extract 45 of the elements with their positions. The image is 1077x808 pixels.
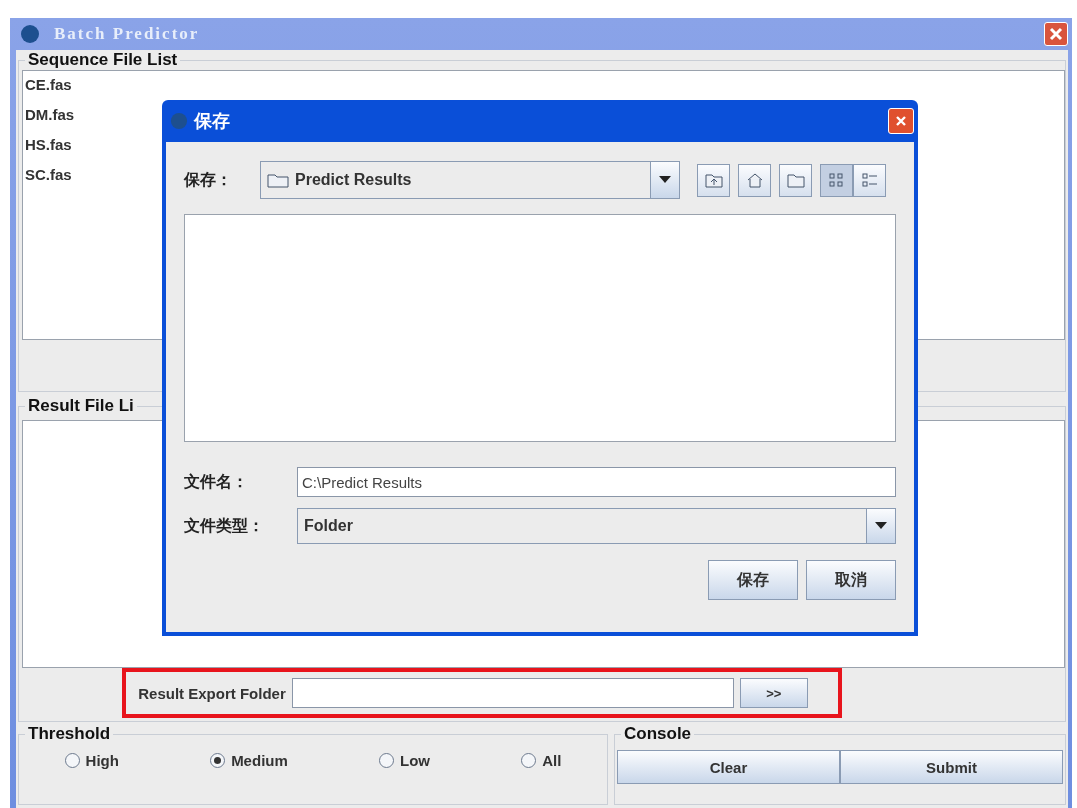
export-folder-label: Result Export Folder	[138, 684, 286, 702]
export-folder-field[interactable]	[291, 678, 734, 708]
radio-label: Low	[400, 752, 430, 769]
app-logo-icon	[170, 112, 188, 130]
new-folder-button[interactable]	[779, 163, 812, 197]
close-button[interactable]	[1044, 22, 1068, 46]
radio-label: High	[85, 752, 119, 769]
console-button[interactable]: Clear	[617, 750, 840, 784]
section-title: Sequence File List	[27, 50, 179, 70]
details-list-icon	[860, 172, 879, 188]
save-in-label: 保存：	[184, 169, 233, 190]
list-view-button[interactable]	[820, 163, 853, 197]
radio-button[interactable]	[379, 753, 394, 768]
file-name-label: 文件名：	[184, 471, 249, 492]
up-folder-button[interactable]	[697, 163, 730, 197]
dialog-title: 保存	[194, 110, 230, 133]
folder-icon	[267, 172, 289, 188]
save-in-dropdown[interactable]: Predict Results	[260, 161, 680, 199]
section-title: Console	[623, 724, 693, 744]
section-title: Result File Li	[27, 396, 135, 416]
console-button[interactable]: Submit	[840, 750, 1063, 784]
window-title: Batch Predictor	[54, 24, 200, 44]
app-logo-icon	[20, 24, 40, 44]
grid-icon	[827, 172, 846, 188]
dialog-button[interactable]: 保存	[708, 560, 798, 600]
home-icon	[745, 172, 764, 188]
close-button[interactable]	[888, 108, 914, 134]
file-name-field[interactable]: C:\Predict Results	[297, 467, 896, 497]
dialog-button[interactable]: 取消	[806, 560, 896, 600]
radio-button[interactable]	[521, 753, 537, 768]
section-title: Threshold	[27, 724, 112, 744]
file-type-dropdown[interactable]: Folder	[297, 508, 896, 544]
file-list-item[interactable]: CE.fas	[23, 73, 1064, 103]
radio-label: Medium	[231, 752, 288, 769]
home-button[interactable]	[738, 163, 771, 197]
folder-up-icon	[704, 172, 723, 188]
radio-label: All	[542, 752, 562, 769]
radio-button[interactable]	[210, 753, 226, 768]
browse-button[interactable]: >>	[739, 678, 808, 708]
radio-button[interactable]	[64, 753, 80, 768]
folder-icon	[786, 172, 805, 188]
details-view-button[interactable]	[853, 163, 886, 197]
file-type-label: 文件类型：	[184, 515, 265, 536]
caret-icon	[659, 176, 671, 184]
caret-icon	[875, 522, 887, 530]
